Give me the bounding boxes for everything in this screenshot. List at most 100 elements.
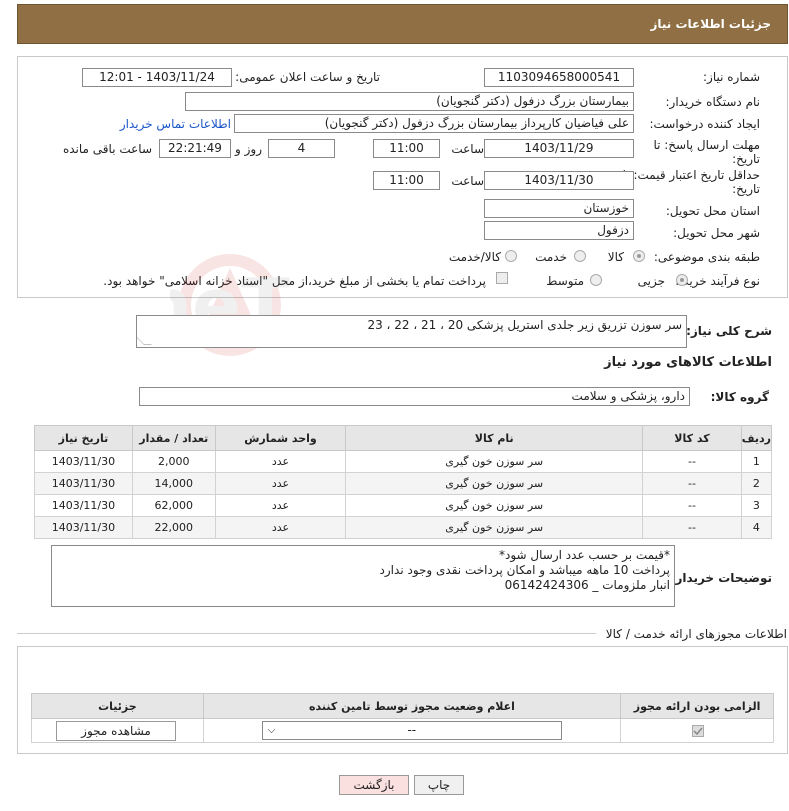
page-title: جزئیات اطلاعات نیاز (650, 17, 771, 31)
chevron-down-icon: ⌵ (267, 725, 276, 736)
cell-date: 1403/11/30 (34, 450, 133, 473)
cell-row: 3 (740, 494, 773, 517)
col-permit-details: جزئیات (31, 693, 204, 719)
permits-divider (17, 633, 596, 634)
table-row: 1 -- سر سوزن خون گیری عدد 2,000 1403/11/… (34, 450, 773, 473)
validity-label: حداقل تاریخ اعتبار قیمت: تا (622, 168, 760, 182)
col-date: تاریخ نیاز (34, 425, 133, 451)
cell-date: 1403/11/30 (34, 494, 133, 517)
remaining-time-label: ساعت باقی مانده (62, 142, 152, 156)
city-field: دزفول (484, 221, 634, 240)
treasury-note: پرداخت تمام یا بخشی از مبلغ خرید،از محل … (103, 274, 486, 288)
cell-name: سر سوزن خون گیری (345, 472, 644, 495)
description-text: سر سوزن تزریق زیر جلدی استریل پزشکی 20 ،… (367, 318, 682, 332)
table-row: 3 -- سر سوزن خون گیری عدد 62,000 1403/11… (34, 494, 773, 517)
cell-name: سر سوزن خون گیری (345, 450, 644, 473)
deadline-label: مهلت ارسال پاسخ: تا (653, 138, 760, 152)
permit-status-value: -- (407, 723, 417, 737)
permit-status-select[interactable]: -- ⌵ (261, 721, 562, 740)
goods-group-label: گروه کالا: (710, 390, 769, 404)
permit-status-cell: -- ⌵ (202, 718, 622, 743)
category-radio-goods-service[interactable] (505, 250, 517, 262)
view-permit-button[interactable]: مشاهده مجوز (56, 721, 176, 741)
city-label: شهر محل تحویل: (673, 226, 760, 240)
process-radio-minor[interactable] (676, 274, 688, 286)
table-row: 4 -- سر سوزن خون گیری عدد 22,000 1403/11… (34, 516, 773, 539)
validity-time-field: 11:00 (373, 171, 440, 190)
cell-unit: عدد (214, 494, 347, 517)
cell-unit: عدد (214, 472, 347, 495)
category-radio-goods[interactable] (633, 250, 645, 262)
cell-row: 2 (740, 472, 773, 495)
goods-section-title: اطلاعات کالاهای مورد نیاز (604, 355, 772, 370)
page-header: جزئیات اطلاعات نیاز (17, 4, 788, 44)
cell-name: سر سوزن خون گیری (345, 494, 644, 517)
goods-table: ردیف کد کالا نام کالا واحد شمارش تعداد /… (34, 425, 773, 539)
back-button[interactable]: بازگشت (339, 775, 409, 795)
permit-required-cell (620, 718, 774, 743)
need-number-label: شماره نیاز: (703, 70, 760, 84)
cell-qty: 22,000 (131, 516, 216, 539)
category-radio-service[interactable] (574, 250, 586, 262)
process-option-medium: متوسط (546, 274, 584, 288)
col-permit-required: الزامی بودن ارائه مجوز (620, 693, 774, 719)
validity-label-date: تاریخ: (732, 182, 760, 196)
table-row: 2 -- سر سوزن خون گیری عدد 14,000 1403/11… (34, 472, 773, 495)
category-option-goods-service: کالا/خدمت (448, 250, 501, 264)
deadline-date-field: 1403/11/29 (484, 139, 634, 158)
cell-unit: عدد (214, 450, 347, 473)
col-row: ردیف (740, 425, 773, 451)
province-label: استان محل تحویل: (665, 204, 760, 218)
cell-date: 1403/11/30 (34, 516, 133, 539)
buyer-notes-label: توضیحات خریدار: (670, 571, 772, 585)
cell-code: -- (642, 450, 742, 473)
announce-datetime-field: 1403/11/24 - 12:01 (82, 68, 232, 87)
col-permit-status: اعلام وضعیت مجوز توسط تامین کننده (202, 693, 622, 719)
requester-field: علی فیاضیان کارپرداز بیمارستان بزرگ دزفو… (234, 114, 634, 133)
checkmark-icon (693, 727, 703, 736)
deadline-time-label: ساعت (451, 142, 484, 156)
cell-code: -- (642, 494, 742, 517)
cell-qty: 2,000 (131, 450, 216, 473)
print-button[interactable]: چاپ (414, 775, 464, 795)
description-textarea: سر سوزن تزریق زیر جلدی استریل پزشکی 20 ،… (136, 315, 687, 348)
cell-row: 4 (740, 516, 773, 539)
requester-label: ایجاد کننده درخواست: (649, 117, 760, 131)
validity-time-label: ساعت (451, 174, 484, 188)
resize-handle-icon[interactable] (136, 337, 152, 345)
deadline-label-date: تاریخ: (732, 152, 760, 166)
cell-date: 1403/11/30 (34, 472, 133, 495)
buyer-note-line: *قیمت بر حسب عدد ارسال شود* (499, 548, 670, 562)
category-label: طبقه بندی موضوعی: (653, 250, 760, 264)
province-field: خوزستان (484, 199, 634, 218)
goods-group-field: دارو، پزشکی و سلامت (139, 387, 690, 406)
buyer-contact-link[interactable]: اطلاعات تماس خریدار (120, 117, 231, 131)
remaining-time-field: 22:21:49 (159, 139, 231, 158)
process-option-minor: جزیی (637, 274, 665, 288)
cell-qty: 14,000 (131, 472, 216, 495)
cell-qty: 62,000 (131, 494, 216, 517)
permit-details-cell: مشاهده مجوز (31, 718, 204, 743)
permits-table: الزامی بودن ارائه مجوز اعلام وضعیت مجوز … (31, 693, 774, 743)
deadline-time-field: 11:00 (373, 139, 440, 158)
permits-title: اطلاعات مجوزهای ارائه خدمت / کالا (605, 627, 787, 641)
buyer-org-label: نام دستگاه خریدار: (665, 95, 761, 109)
category-option-service: خدمت (535, 250, 567, 264)
col-name: نام کالا (345, 425, 644, 451)
validity-date-field: 1403/11/30 (484, 171, 634, 190)
col-qty: تعداد / مقدار (131, 425, 216, 451)
buyer-org-field: بیمارستان بزرگ دزفول (دکتر گنجویان) (185, 92, 634, 111)
cell-code: -- (642, 516, 742, 539)
col-code: کد کالا (642, 425, 742, 451)
cell-code: -- (642, 472, 742, 495)
permits-table-header: الزامی بودن ارائه مجوز اعلام وضعیت مجوز … (31, 693, 774, 719)
buyer-note-line: پرداخت 10 ماهه میباشد و امکان پرداخت نقد… (379, 563, 670, 577)
days-remaining-field: 4 (268, 139, 335, 158)
goods-table-header: ردیف کد کالا نام کالا واحد شمارش تعداد /… (34, 425, 773, 451)
permit-required-checkbox[interactable] (692, 725, 705, 737)
announce-label: تاریخ و ساعت اعلان عمومی: (235, 70, 380, 84)
treasury-checkbox[interactable] (496, 272, 508, 284)
process-radio-medium[interactable] (590, 274, 602, 286)
category-option-goods: کالا (607, 250, 624, 264)
cell-name: سر سوزن خون گیری (345, 516, 644, 539)
